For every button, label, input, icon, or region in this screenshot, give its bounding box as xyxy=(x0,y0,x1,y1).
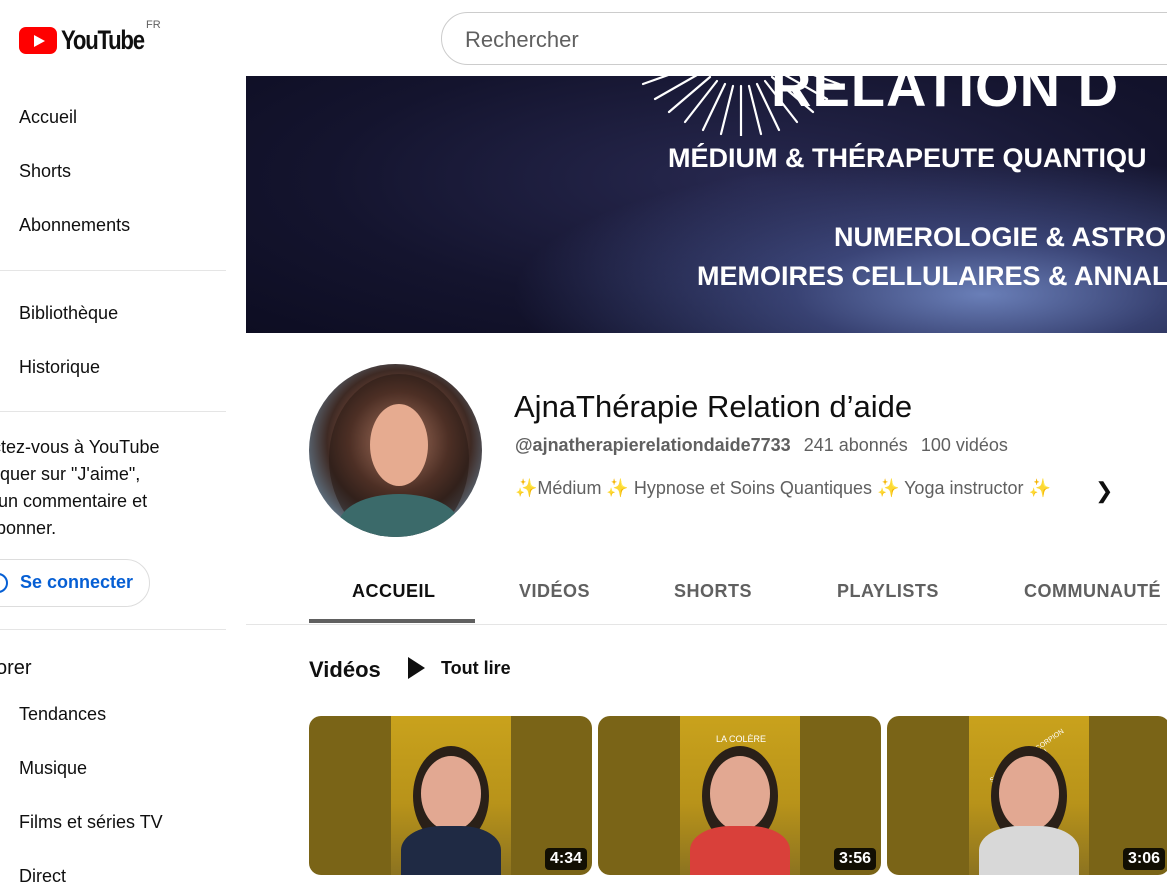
sidebar-item-trending[interactable]: Tendances xyxy=(19,704,106,725)
tab-videos[interactable]: VIDÉOS xyxy=(519,581,590,602)
sidebar-divider xyxy=(0,411,226,412)
account-icon xyxy=(0,573,8,593)
tab-playlists[interactable]: PLAYLISTS xyxy=(837,581,939,602)
channel-banner: RELATION D MÉDIUM & THÉRAPEUTE QUANTIQU … xyxy=(246,76,1167,333)
search-box[interactable] xyxy=(441,12,1167,65)
subscriber-count: 241 abonnés xyxy=(803,435,908,455)
signin-prompt-line: ter un commentaire et xyxy=(0,491,148,511)
signin-prompt-line: nectez-vous à YouTube xyxy=(0,437,160,457)
thumbnail-person xyxy=(710,756,770,831)
youtube-play-icon xyxy=(19,27,57,54)
signin-button-label: Se connecter xyxy=(20,572,134,592)
play-all-label: Tout lire xyxy=(441,657,511,678)
signin-button[interactable]: Se connecter xyxy=(0,559,150,607)
video-count: 100 vidéos xyxy=(920,435,1008,455)
sidebar-item-home[interactable]: Accueil xyxy=(19,107,77,128)
banner-line: NUMEROLOGIE & ASTRO xyxy=(834,222,1167,252)
channel-handle: @ajnatherapierelationdaide7733 xyxy=(515,435,791,455)
thumbnail-person-torso xyxy=(401,826,501,875)
tab-home[interactable]: ACCUEIL xyxy=(352,581,436,602)
sidebar-item-library[interactable]: Bibliothèque xyxy=(19,303,118,324)
sidebar-item-shorts[interactable]: Shorts xyxy=(19,161,71,182)
sidebar-item-live[interactable]: Direct xyxy=(19,866,66,887)
channel-tabs: ACCUEIL VIDÉOS SHORTS PLAYLISTS COMMUNAU… xyxy=(246,560,1167,625)
banner-line: MEMOIRES CELLULAIRES & ANNAL xyxy=(697,261,1167,291)
tab-community[interactable]: COMMUNAUTÉ xyxy=(1024,581,1161,602)
video-thumbnail[interactable]: 4:34 xyxy=(309,716,592,875)
play-all-button[interactable]: Tout lire xyxy=(408,657,511,679)
channel-meta: @ajnatherapierelationdaide7733 241 abonn… xyxy=(515,435,1016,456)
explore-heading: orer xyxy=(0,657,32,679)
thumbnail-overlay-text: LA COLÈRE xyxy=(716,734,767,744)
video-thumbnail[interactable]: LA COLÈRE 3:56 xyxy=(598,716,881,875)
signin-prompt-line: s abonner. xyxy=(0,518,57,538)
channel-avatar xyxy=(309,364,482,537)
signin-prompt: nectez-vous à YouTube r cliquer sur "J'a… xyxy=(0,434,222,542)
avatar-face xyxy=(370,404,428,486)
search-input[interactable] xyxy=(463,26,1067,54)
video-duration: 4:34 xyxy=(544,848,587,870)
video-thumbnail[interactable]: SIGNES D'EAU SCORPION CANCER POISSON 3:0… xyxy=(887,716,1167,875)
sidebar-item-music[interactable]: Musique xyxy=(19,758,87,779)
sidebar-divider xyxy=(0,270,226,271)
thumbnail-person-torso xyxy=(979,826,1079,875)
sidebar-item-subscriptions[interactable]: Abonnements xyxy=(19,215,130,236)
video-duration: 3:56 xyxy=(833,848,876,870)
thumbnail-person xyxy=(421,756,481,831)
chevron-right-icon[interactable]: ❯ xyxy=(1095,478,1113,504)
banner-line: MÉDIUM & THÉRAPEUTE QUANTIQU xyxy=(668,143,1147,173)
country-code: FR xyxy=(146,19,161,31)
sidebar-item-history[interactable]: Historique xyxy=(19,357,100,378)
section-title: Vidéos xyxy=(309,657,381,682)
thumbnail-person xyxy=(999,756,1059,831)
channel-name: AjnaThérapie Relation d’aide xyxy=(514,389,913,424)
sidebar: Accueil Shorts Abonnements Bibliothèque … xyxy=(0,76,226,886)
banner-title: RELATION D xyxy=(771,76,1120,118)
channel-description[interactable]: ✨Médium ✨ Hypnose et Soins Quantiques ✨ … xyxy=(515,478,1051,499)
active-tab-indicator xyxy=(309,619,475,623)
logo-text: YouTube xyxy=(61,25,145,55)
tab-shorts[interactable]: SHORTS xyxy=(674,581,752,602)
youtube-logo[interactable]: YouTube xyxy=(19,25,162,56)
play-icon xyxy=(408,657,425,679)
sidebar-divider xyxy=(0,629,226,630)
masthead: YouTube FR xyxy=(0,0,1167,76)
signin-prompt-line: r cliquer sur "J'aime", xyxy=(0,464,141,484)
thumbnail-person-torso xyxy=(690,826,790,875)
sidebar-item-movies-tv[interactable]: Films et séries TV xyxy=(19,812,163,833)
video-duration: 3:06 xyxy=(1122,848,1165,870)
